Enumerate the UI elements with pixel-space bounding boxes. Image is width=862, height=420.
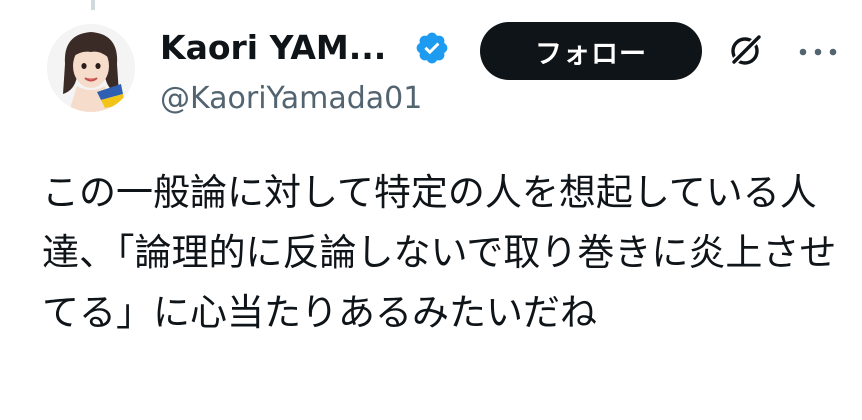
verified-badge-icon <box>414 30 450 66</box>
more-icon[interactable] <box>796 40 840 64</box>
user-handle[interactable]: @KaoriYamada01 <box>160 80 422 118</box>
post: Kaori YAM... @KaoriYamada01 フォロー この一般論に対… <box>0 0 862 420</box>
follow-button[interactable]: フォロー <box>480 22 702 80</box>
avatar-illustration <box>47 24 135 112</box>
post-text: この一般論に対して特定の人を想起している人達、「論理的に反論しないで取り巻きに炎… <box>42 171 837 334</box>
grok-icon[interactable] <box>726 30 766 70</box>
avatar[interactable] <box>47 24 135 112</box>
display-name[interactable]: Kaori YAM... <box>160 28 386 68</box>
